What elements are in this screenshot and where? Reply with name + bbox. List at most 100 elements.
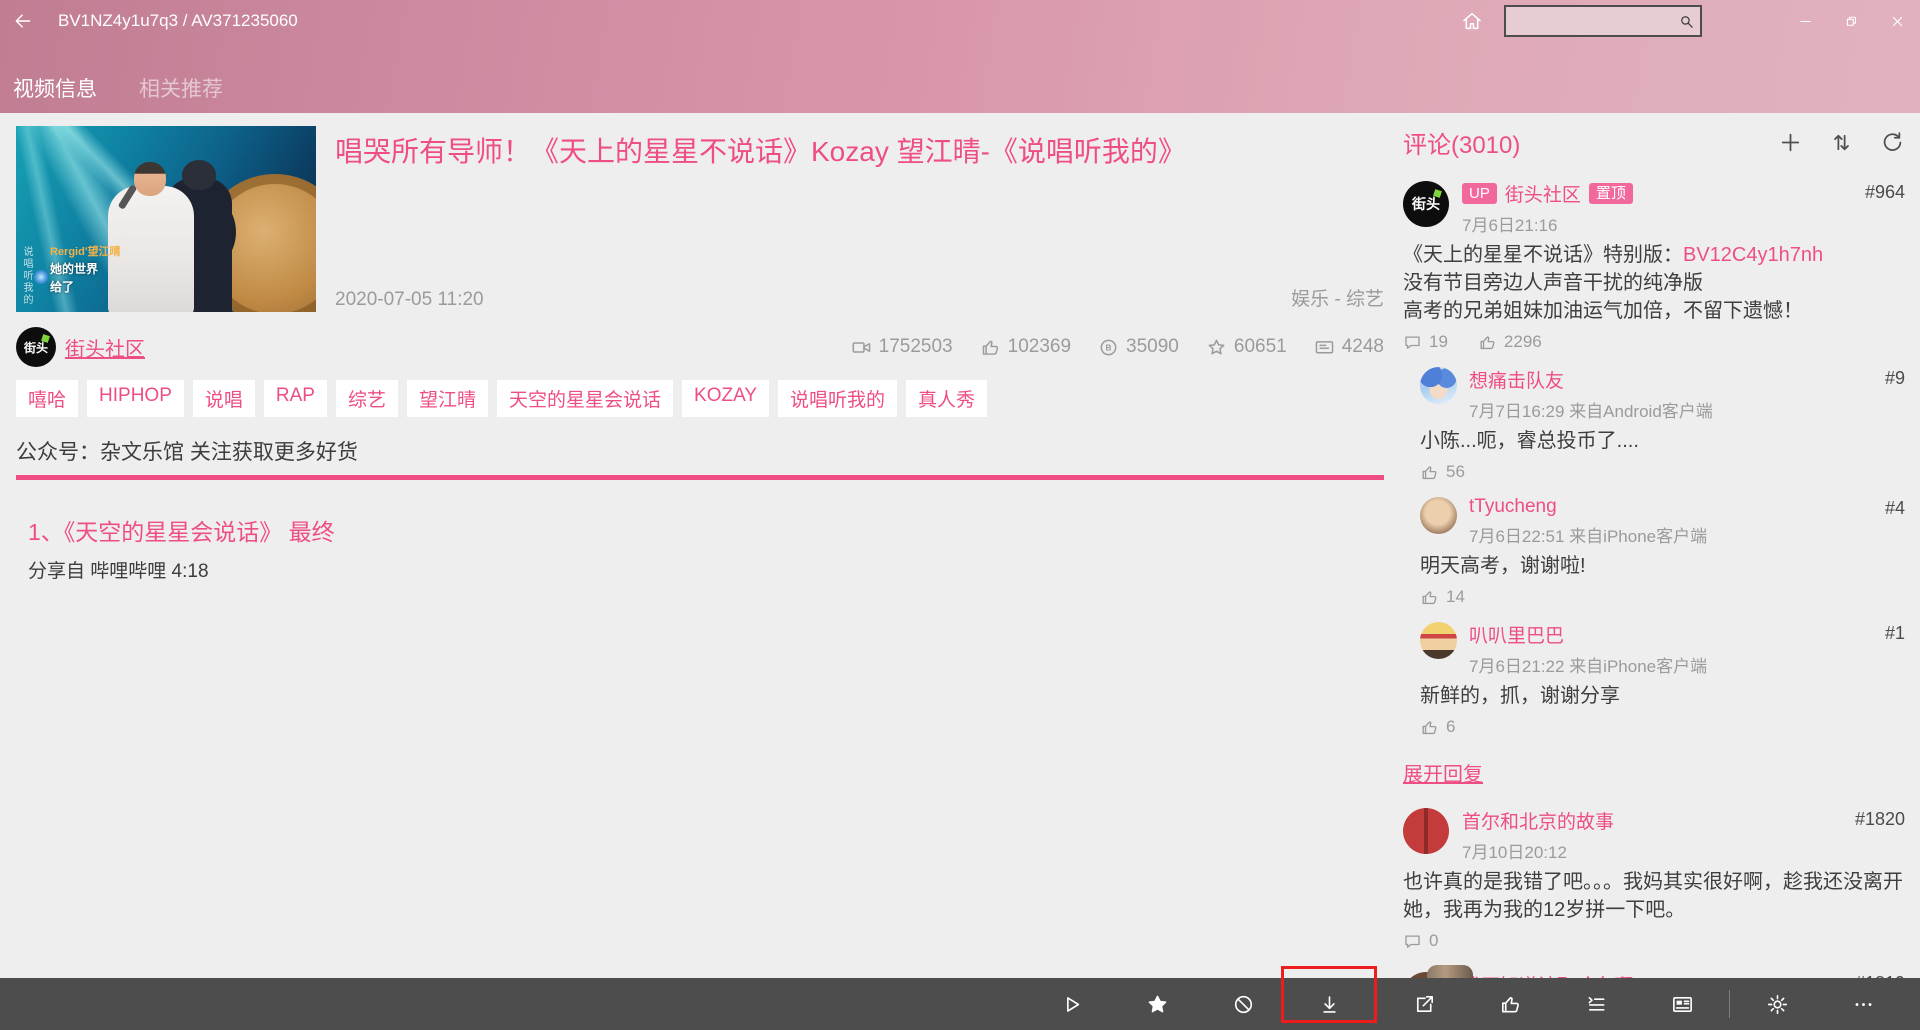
refresh-comments-button[interactable] xyxy=(1880,130,1905,155)
tag-chip[interactable]: 嘻哈 xyxy=(16,380,79,417)
comment-line: 高考的兄弟姐妹加油运气加倍，不留下遗憾！ xyxy=(1403,297,1905,325)
uploader[interactable]: 街头 街头社区 xyxy=(16,327,145,367)
comment-text: 也许真的是我错了吧。。。我妈其实很好啊，趁我还没离开她，我再为我的12岁拼一下吧… xyxy=(1403,871,1903,921)
minimize-button[interactable] xyxy=(1782,0,1828,42)
coins-count: 35090 xyxy=(1126,336,1179,357)
like-button[interactable] xyxy=(1495,989,1525,1019)
expand-replies-link[interactable]: 展开回复 xyxy=(1403,758,1905,787)
reply-count-button[interactable]: 0 xyxy=(1403,931,1438,951)
commenter-name[interactable]: tTyucheng xyxy=(1469,496,1557,518)
like-count-button[interactable]: 2296 xyxy=(1478,332,1542,352)
restore-button[interactable] xyxy=(1828,0,1874,42)
comment-video-link[interactable]: BV12C4y1h7nh xyxy=(1683,244,1823,266)
views-icon xyxy=(851,337,872,358)
uploader-avatar[interactable]: 街头 xyxy=(16,327,56,367)
info-card-icon xyxy=(1671,993,1694,1016)
settings-icon xyxy=(1766,993,1789,1016)
playlist-button[interactable] xyxy=(1581,989,1611,1019)
commenter-name[interactable]: 街头社区 xyxy=(1505,180,1581,207)
tab-related[interactable]: 相关推荐 xyxy=(139,73,223,103)
titlebar-right xyxy=(1446,0,1920,42)
thumbs-up-icon xyxy=(1420,718,1439,737)
comment-meta: 7月6日21:16 xyxy=(1462,216,1558,235)
uploader-name[interactable]: 街头社区 xyxy=(65,333,145,362)
download-button[interactable] xyxy=(1314,989,1344,1019)
episode-title[interactable]: 1、《天空的星星会说话》 最终 xyxy=(28,513,1384,547)
sort-comments-button[interactable] xyxy=(1829,130,1854,155)
more-icon xyxy=(1852,993,1875,1016)
tag-chip[interactable]: 天空的星星会说话 xyxy=(497,380,674,417)
video-thumbnail[interactable]: Rergid'望江晴 她的世界 给了 说唱听我的 xyxy=(16,126,316,312)
comment-head: 首尔和北京的故事 #1820 7月10日20:12 xyxy=(1403,806,1905,863)
add-comment-button[interactable] xyxy=(1778,130,1803,155)
more-button[interactable] xyxy=(1848,989,1878,1019)
favorite-button[interactable] xyxy=(1142,989,1172,1019)
search-box[interactable] xyxy=(1504,5,1702,37)
publish-date: 2020-07-05 11:20 xyxy=(335,289,484,310)
likes-icon xyxy=(980,337,1001,358)
commenter-name[interactable]: 首尔和北京的故事 xyxy=(1462,807,1614,834)
commenter-avatar[interactable] xyxy=(1420,497,1457,534)
comment-meta: 7月7日16:29 来自Android客户端 xyxy=(1469,402,1713,421)
commenter-name[interactable]: 想痛击队友 xyxy=(1469,366,1564,393)
singer-head xyxy=(134,162,166,196)
tag-chip[interactable]: 综艺 xyxy=(335,380,398,417)
like-count-button[interactable]: 14 xyxy=(1420,587,1465,607)
commenter-avatar[interactable] xyxy=(1403,808,1449,854)
app-window: BV1NZ4y1u7q3 / AV371235060 视频信息 相关推荐 Rer… xyxy=(0,0,1920,1030)
commenter-avatar[interactable] xyxy=(1420,622,1457,659)
comment-line: 没有节目旁边人声音干扰的纯净版 xyxy=(1403,269,1905,297)
caption-line1: 她的世界 xyxy=(50,262,99,277)
comments-panel: 评论(3010) 街头 UP 街头社区 置顶 #964 7月6日21:16 《天上的星星不说… xyxy=(1390,113,1920,978)
tag-chip[interactable]: RAP xyxy=(263,380,327,417)
comment-footer: 14 xyxy=(1420,587,1905,607)
search-input[interactable] xyxy=(1506,12,1678,30)
thumbnail-captions: Rergid'望江晴 她的世界 给了 xyxy=(50,245,120,296)
back-button[interactable] xyxy=(0,0,46,42)
commenter-avatar[interactable] xyxy=(1420,367,1457,404)
comment-item: 叭叭里巴巴 #1 7月6日21:22 来自iPhone客户端新鲜的，抓，谢谢分享 6 xyxy=(1420,620,1905,737)
video-category[interactable]: 娱乐 - 综艺 xyxy=(1291,284,1384,311)
comment-footer: 6 xyxy=(1420,717,1905,737)
like-count-button[interactable]: 56 xyxy=(1420,462,1465,482)
reply-count-button[interactable]: 19 xyxy=(1403,332,1448,352)
share-button[interactable] xyxy=(1409,989,1439,1019)
commenter-name[interactable]: 叭叭里巴巴 xyxy=(1469,621,1564,648)
play-button[interactable] xyxy=(1056,989,1086,1019)
comment-body: 《天上的星星不说话》特别版：BV12C4y1h7nh 没有节目旁边人声音干扰的纯… xyxy=(1403,241,1905,325)
block-button[interactable] xyxy=(1228,989,1258,1019)
settings-button[interactable] xyxy=(1762,989,1792,1019)
thumbs-up-icon xyxy=(1478,333,1497,352)
share-icon xyxy=(1413,993,1436,1016)
favorite-icon xyxy=(1146,993,1169,1016)
comment-name-row: 想痛击队友 xyxy=(1469,365,1905,393)
stat-coins: B 35090 xyxy=(1098,336,1179,358)
coins-icon: B xyxy=(1098,337,1119,358)
close-button[interactable] xyxy=(1874,0,1920,42)
comment-footer: 56 xyxy=(1420,462,1905,482)
like-count-button[interactable]: 6 xyxy=(1420,717,1455,737)
download-icon xyxy=(1318,993,1341,1016)
tag-chip[interactable]: KOZAY xyxy=(682,380,770,417)
tag-chip[interactable]: 望江晴 xyxy=(406,380,488,417)
info-card-button[interactable] xyxy=(1667,989,1697,1019)
stat-favorites: 60651 xyxy=(1206,336,1287,358)
tag-chip[interactable]: 真人秀 xyxy=(906,380,988,417)
block-icon xyxy=(1232,993,1255,1016)
comment-name-row: UP 街头社区 置顶 xyxy=(1462,179,1905,207)
video-title: 唱哭所有导师！《天上的星星不说话》Kozay 望江晴-《说唱听我的》 xyxy=(335,136,1186,167)
tab-video-info[interactable]: 视频信息 xyxy=(13,73,97,103)
tag-chip[interactable]: 说唱听我的 xyxy=(778,380,898,417)
tag-chip[interactable]: 说唱 xyxy=(192,380,255,417)
home-button[interactable] xyxy=(1446,0,1498,42)
commenter-avatar[interactable]: 街头 xyxy=(1403,181,1449,227)
comment-line: 新鲜的，抓，谢谢分享 xyxy=(1420,682,1905,710)
likes-count: 102369 xyxy=(1007,336,1072,357)
home-icon xyxy=(1461,10,1483,32)
search-icon[interactable] xyxy=(1678,13,1695,30)
comment-head: 叭叭里巴巴 #1 7月6日21:22 来自iPhone客户端 xyxy=(1420,620,1905,677)
tag-chip[interactable]: HIPHOP xyxy=(87,380,184,417)
comment-body: 也许真的是我错了吧。。。我妈其实很好啊，趁我还没离开她，我再为我的12岁拼一下吧… xyxy=(1403,868,1905,924)
caption-line2: 给了 xyxy=(50,279,75,294)
commenter-name[interactable]: 我不知道该取啥名啊 xyxy=(1462,971,1633,978)
